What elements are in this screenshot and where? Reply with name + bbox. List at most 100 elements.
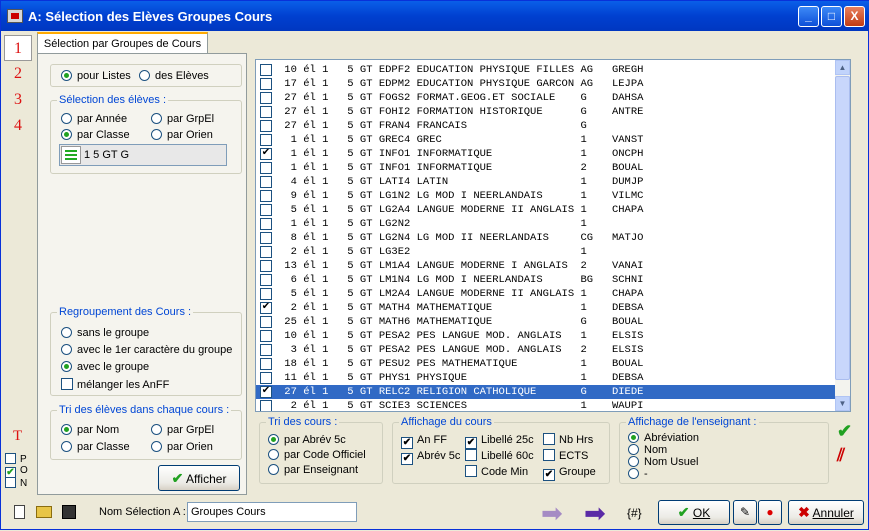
open-folder-icon[interactable]: [36, 506, 52, 518]
class-selector[interactable]: 1 5 GT G: [59, 144, 227, 166]
radio-des-eleves[interactable]: des Elèves: [139, 69, 209, 83]
radio-avec-groupe[interactable]: avec le groupe: [61, 360, 149, 374]
new-file-icon[interactable]: [14, 505, 25, 519]
row-checkbox[interactable]: [260, 120, 272, 132]
scroll-up-icon[interactable]: ▲: [835, 60, 850, 75]
cancel-button[interactable]: ✖ Annuler: [788, 500, 864, 525]
option-o[interactable]: ✔ O: [5, 465, 35, 478]
list-item[interactable]: 18 él 1 5 GT PESU2 PES MATHEMATIQUE 1 BO…: [256, 357, 836, 371]
checkbox-melanger-anff[interactable]: mélanger les AnFF: [61, 378, 169, 392]
courses-list[interactable]: 10 él 1 5 GT EDPF2 EDUCATION PHYSIQUE FI…: [255, 59, 851, 412]
close-button[interactable]: X: [844, 6, 865, 27]
row-checkbox[interactable]: [260, 372, 272, 384]
arrow-right-icon[interactable]: ➡: [584, 500, 606, 526]
arrow-left-icon[interactable]: ➡: [541, 500, 563, 526]
list-item[interactable]: 1 él 1 5 GT GREC4 GREC 1 VANST: [256, 133, 836, 147]
checkbox-affichage[interactable]: Libellé 60c: [465, 449, 534, 463]
minimize-button[interactable]: _: [798, 6, 819, 27]
radio-pour-listes[interactable]: pour Listes: [61, 69, 131, 83]
row-checkbox[interactable]: [260, 78, 272, 90]
checkbox-affichage[interactable]: ✔ An FF: [401, 433, 447, 449]
list-item[interactable]: 8 él 1 5 GT LG2N4 LG MOD II NEERLANDAIS …: [256, 231, 836, 245]
edit-button[interactable]: ✎: [733, 500, 757, 525]
radio-par-annee[interactable]: par Année: [61, 112, 127, 126]
row-checkbox[interactable]: [260, 162, 272, 174]
radio-code-officiel[interactable]: par Code Officiel: [268, 448, 366, 462]
list-item[interactable]: 1 él 1 5 GT LG2N2 1: [256, 217, 836, 231]
step-3[interactable]: 3: [4, 87, 32, 113]
list-item[interactable]: ✔ 2 él 1 5 GT MATH4 MATHEMATIQUE 1 DEBSA: [256, 301, 836, 315]
radio-dash[interactable]: -: [628, 467, 648, 481]
list-item[interactable]: 27 él 1 5 GT FOHI2 FORMATION HISTORIQUE …: [256, 105, 836, 119]
list-item[interactable]: 27 él 1 5 GT FOGS2 FORMAT.GEOG.ET SOCIAL…: [256, 91, 836, 105]
radio-par-orien[interactable]: par Orien: [151, 128, 213, 142]
row-checkbox[interactable]: [260, 204, 272, 216]
row-checkbox[interactable]: ✔: [260, 148, 272, 160]
hash-button[interactable]: {#}: [627, 506, 642, 520]
radio-premier-caractere[interactable]: avec le 1er caractère du groupe: [61, 343, 232, 357]
row-checkbox[interactable]: [260, 260, 272, 272]
scroll-thumb[interactable]: [835, 76, 850, 380]
row-checkbox[interactable]: [260, 92, 272, 104]
radio-enseignant[interactable]: par Enseignant: [268, 463, 358, 477]
row-checkbox[interactable]: [260, 330, 272, 342]
checkbox-affichage[interactable]: ✔ Abrév 5c: [401, 449, 460, 465]
save-icon[interactable]: [62, 505, 76, 519]
row-checkbox[interactable]: [260, 288, 272, 300]
row-checkbox[interactable]: [260, 134, 272, 146]
step-2[interactable]: 2: [4, 61, 32, 87]
radio-par-classe[interactable]: par Classe: [61, 128, 130, 142]
option-p[interactable]: P: [5, 453, 35, 465]
list-item[interactable]: 13 él 1 5 GT LM1A4 LANGUE MODERNE I ANGL…: [256, 259, 836, 273]
row-checkbox[interactable]: [260, 358, 272, 370]
row-checkbox[interactable]: [260, 64, 272, 76]
record-button[interactable]: ●: [758, 500, 782, 525]
list-item[interactable]: 5 él 1 5 GT LG2A4 LANGUE MODERNE II ANGL…: [256, 203, 836, 217]
radio-par-grpel[interactable]: par GrpEl: [151, 112, 214, 126]
check-all-icon[interactable]: ✔: [837, 421, 852, 442]
list-item[interactable]: 11 él 1 5 GT PHYS1 PHYSIQUE 1 DEBSA: [256, 371, 836, 385]
row-checkbox[interactable]: [260, 190, 272, 202]
checkbox-affichage[interactable]: ECTS: [543, 449, 588, 463]
list-item[interactable]: 25 él 1 5 GT MATH6 MATHEMATIQUE G BOUAL: [256, 315, 836, 329]
row-checkbox[interactable]: [260, 400, 272, 411]
checkbox-affichage[interactable]: ✔ Groupe: [543, 465, 596, 481]
maximize-button[interactable]: □: [821, 6, 842, 27]
uncheck-all-icon[interactable]: ⫽: [837, 445, 845, 466]
radio-tri-par-grpel[interactable]: par GrpEl: [151, 423, 214, 437]
list-item[interactable]: 4 él 1 5 GT LATI4 LATIN 1 DUMJP: [256, 175, 836, 189]
row-checkbox[interactable]: [260, 106, 272, 118]
row-checkbox[interactable]: [260, 344, 272, 356]
option-n[interactable]: N: [5, 477, 35, 489]
afficher-button[interactable]: ✔ Afficher: [158, 465, 240, 491]
row-checkbox[interactable]: [260, 274, 272, 286]
row-checkbox[interactable]: [260, 316, 272, 328]
list-item[interactable]: 3 él 1 5 GT PESA2 PES LANGUE MOD. ANGLAI…: [256, 343, 836, 357]
step-4[interactable]: 4: [4, 113, 32, 139]
row-checkbox[interactable]: ✔: [260, 302, 272, 314]
list-item[interactable]: ✔ 1 él 1 5 GT INFO1 INFORMATIQUE 1 ONCPH: [256, 147, 836, 161]
row-checkbox[interactable]: ✔: [260, 386, 272, 398]
checkbox-affichage[interactable]: Code Min: [465, 465, 528, 479]
list-scrollbar[interactable]: ▲ ▼: [835, 60, 850, 411]
radio-tri-par-orien[interactable]: par Orien: [151, 440, 213, 454]
checkbox-affichage[interactable]: ✔ Libellé 25c: [465, 433, 534, 449]
list-item[interactable]: 6 él 1 5 GT LM1N4 LG MOD I NEERLANDAIS B…: [256, 273, 836, 287]
selection-name-input[interactable]: [187, 502, 357, 522]
ok-button[interactable]: ✔ OK: [658, 500, 730, 525]
row-checkbox[interactable]: [260, 176, 272, 188]
list-item[interactable]: 27 él 1 5 GT FRAN4 FRANCAIS G: [256, 119, 836, 133]
radio-tri-par-nom[interactable]: par Nom: [61, 423, 119, 437]
list-item[interactable]: 10 él 1 5 GT EDPF2 EDUCATION PHYSIQUE FI…: [256, 63, 836, 77]
scroll-down-icon[interactable]: ▼: [835, 396, 850, 411]
step-1[interactable]: 1: [4, 35, 32, 61]
radio-sans-groupe[interactable]: sans le groupe: [61, 326, 149, 340]
tab-groupes-cours[interactable]: Sélection par Groupes de Cours: [37, 32, 208, 54]
list-item[interactable]: 17 él 1 5 GT EDPM2 EDUCATION PHYSIQUE GA…: [256, 77, 836, 91]
list-item[interactable]: ✔ 27 él 1 5 GT RELC2 RELIGION CATHOLIQUE…: [256, 385, 836, 399]
class-list-icon[interactable]: [61, 146, 81, 164]
row-checkbox[interactable]: [260, 246, 272, 258]
list-item[interactable]: 9 él 1 5 GT LG1N2 LG MOD I NEERLANDAIS 1…: [256, 189, 836, 203]
row-checkbox[interactable]: [260, 232, 272, 244]
list-item[interactable]: 2 él 1 5 GT LG3E2 1: [256, 245, 836, 259]
